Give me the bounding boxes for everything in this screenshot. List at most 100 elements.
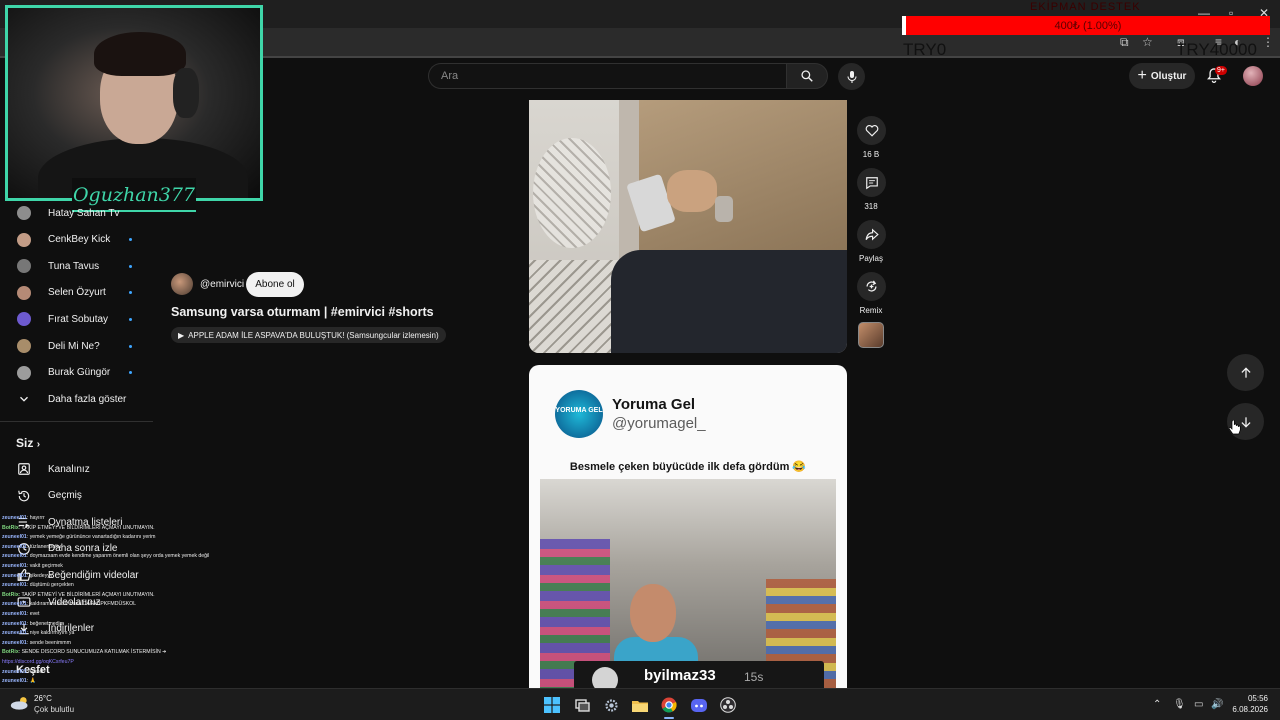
- new-content-dot: [129, 291, 132, 295]
- chat-text: : Güzel: [26, 668, 44, 675]
- voice-search-button[interactable]: [838, 63, 865, 90]
- chat-text: : tüzlanenpuftu: [26, 543, 61, 550]
- chat-username: zeuneel01: [2, 610, 27, 617]
- sidebar-subscription-item[interactable]: Deli Mi Ne?: [0, 336, 150, 356]
- chat-username: zeuneel01: [2, 620, 27, 627]
- sound-thumbnail[interactable]: [858, 322, 884, 348]
- arrow-up-icon: [1240, 366, 1251, 378]
- comment-icon: [865, 176, 878, 189]
- donation-progress-text: 400₺ (1.00%): [1054, 20, 1122, 32]
- task-view-icon[interactable]: [573, 696, 591, 714]
- sidebar-subscription-label: Hatay Sahan Tv: [48, 207, 120, 219]
- taskbar-clock-date[interactable]: 6.08.2026: [1220, 705, 1268, 714]
- comment-count: 318: [864, 202, 878, 211]
- menu-icon[interactable]: ⋮: [1262, 35, 1274, 49]
- channel-handle[interactable]: @emirvici: [200, 279, 244, 290]
- tray-display-icon[interactable]: ▭: [1194, 699, 1203, 710]
- taskbar-clock-time[interactable]: 05:56: [1220, 694, 1268, 703]
- sidebar-subscription-label: Selen Özyurt: [48, 287, 106, 299]
- chat-username: zeuneel01: [2, 553, 27, 560]
- chat-message: BotRix: TAKİP ETMEYİ VE BİLDİRİMLERİ AÇM…: [2, 591, 252, 601]
- share-button[interactable]: [857, 220, 886, 249]
- sidebar-subscription-item[interactable]: Burak Güngör: [0, 363, 150, 383]
- play-icon: ▶: [178, 330, 185, 340]
- sidebar-subscription-item[interactable]: Fırat Sobutay: [0, 309, 150, 329]
- video-scene-watch: [715, 196, 733, 222]
- install-icon[interactable]: ⧉: [1120, 35, 1129, 50]
- sidebar-you-item[interactable]: Geçmiş: [0, 486, 150, 506]
- settings-gear-icon[interactable]: [602, 696, 620, 714]
- file-explorer-icon[interactable]: [631, 696, 649, 714]
- discord-icon[interactable]: [690, 696, 708, 714]
- chat-text: : düştümü gerçekten: [26, 582, 74, 589]
- related-video-label: APPLE ADAM İLE ASPAVA'DA BULUŞTUK! (Sams…: [188, 330, 439, 340]
- video-scene-pants: [611, 250, 847, 353]
- related-video-chip[interactable]: ▶ APPLE ADAM İLE ASPAVA'DA BULUŞTUK! (Sa…: [171, 327, 446, 343]
- next-video-frame: byilmaz33 15s: [540, 479, 836, 689]
- chat-username: zeuneel01: [2, 639, 27, 646]
- create-label: Oluştur: [1150, 70, 1187, 82]
- sidebar-subscription-label: Burak Güngör: [48, 367, 111, 379]
- chat-username: zeuneel01: [2, 562, 27, 569]
- remix-icon: [866, 280, 877, 292]
- streamer-webcam: [5, 5, 263, 201]
- chat-username: zeuneel01: [2, 601, 27, 608]
- channel-avatar: [17, 339, 31, 353]
- chat-username: BotRix: [2, 649, 19, 656]
- channel-avatar: [17, 259, 31, 274]
- chat-username: BotRix: [2, 524, 19, 531]
- tray-mic-icon[interactable]: 🎙: [1173, 699, 1186, 710]
- obs-icon[interactable]: [719, 696, 737, 714]
- windows-start-icon[interactable]: [543, 696, 561, 714]
- comment-button[interactable]: [857, 168, 886, 197]
- weather-description[interactable]: Çok bulutlu: [34, 705, 74, 714]
- remix-button[interactable]: [857, 272, 886, 301]
- account-avatar[interactable]: [1243, 66, 1263, 86]
- show-more-label: Daha fazla göster: [48, 393, 127, 405]
- shorts-video-player[interactable]: [529, 100, 847, 353]
- like-count: 16 B: [862, 150, 880, 159]
- chat-message: zeuneel01: doymazsam evde kendime yaparı…: [2, 552, 252, 562]
- chat-username: zeuneel01: [2, 534, 27, 541]
- new-content-dot: [129, 344, 132, 348]
- history-icon: [18, 490, 30, 501]
- overlay-user-name: byilmaz33: [644, 667, 716, 684]
- sidebar-subscription-item[interactable]: CenkBey Kick: [0, 230, 150, 250]
- search-input[interactable]: [429, 64, 786, 88]
- video-scene-plate: [533, 138, 611, 248]
- chrome-icon[interactable]: [660, 696, 678, 714]
- previous-short-button[interactable]: [1227, 354, 1264, 391]
- channel-avatar: [17, 206, 31, 220]
- next-shorts-video[interactable]: YORUMA GEL Yoruma Gel @yorumagel_ Besmel…: [529, 365, 847, 689]
- chevron-down-icon: [20, 396, 28, 402]
- cloud-icon[interactable]: [10, 696, 30, 710]
- search-button[interactable]: [786, 63, 828, 89]
- chat-text: : beğenetmedim: [26, 620, 65, 627]
- sidebar-show-more[interactable]: Daha fazla göster: [0, 389, 150, 409]
- webcam-hair: [94, 32, 186, 76]
- sidebar-you-item[interactable]: Kanalınız: [0, 459, 150, 479]
- weather-temperature[interactable]: 26°C: [34, 694, 52, 703]
- channel-avatar[interactable]: [171, 273, 193, 295]
- search-box[interactable]: [428, 63, 786, 89]
- sidebar-subscription-item[interactable]: Selen Özyurt: [0, 283, 150, 303]
- sidebar-subscription-item[interactable]: Hatay Sahan Tv: [0, 203, 150, 223]
- chat-text: : hayırrr: [26, 515, 45, 521]
- channel-avatar: [17, 232, 31, 247]
- overlay-user-banner: byilmaz33 15s: [574, 661, 824, 689]
- tray-expand-icon[interactable]: ⌃: [1153, 699, 1161, 710]
- chat-text: : şikedeyyy: [26, 572, 53, 579]
- create-button[interactable]: + Oluştur: [1129, 63, 1195, 89]
- chat-username: zeuneel01: [2, 630, 27, 637]
- chevron-right-icon: ›: [36, 439, 41, 450]
- bookmark-star-icon[interactable]: ☆: [1142, 35, 1153, 49]
- like-button[interactable]: [857, 116, 886, 145]
- chat-username: zeuneel01: [2, 678, 27, 685]
- subscribe-button[interactable]: Abone ol: [246, 272, 304, 297]
- chat-message: zeuneel01: 🙏: [2, 677, 252, 687]
- chat-text: : niye kaldırmıyım ya: [26, 630, 75, 637]
- next-account-handle: @yorumagel_: [612, 415, 706, 432]
- chat-link[interactable]: https://discord.gg/oqKCsrfeu7P: [2, 659, 74, 665]
- sidebar-you-section[interactable]: Siz ›: [16, 436, 40, 450]
- sidebar-subscription-item[interactable]: Tuna Tavus: [0, 256, 150, 276]
